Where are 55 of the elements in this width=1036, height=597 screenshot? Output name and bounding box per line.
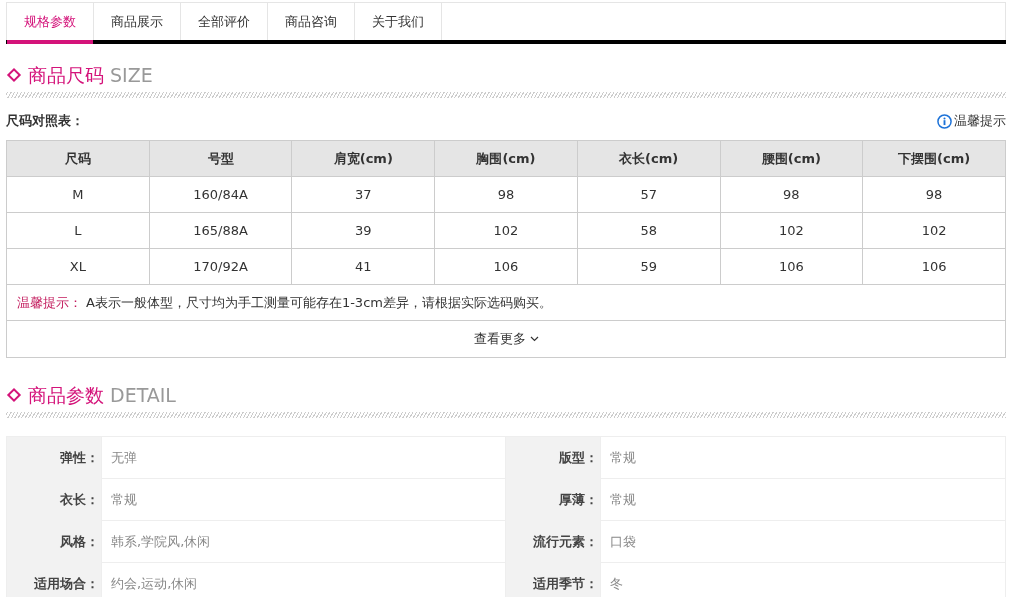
section-subtitle: SIZE [110,62,153,88]
table-cell: 170/92A [149,248,292,285]
caret-icon [529,336,539,342]
param-value: 约会,运动,休闲 [111,574,198,593]
section-title: 商品尺码 [28,62,104,88]
info-icon [937,113,952,129]
table-cell: 58 [577,212,720,249]
table-cell: 102 [434,212,578,249]
table-cell: 98 [862,176,1006,213]
param-label: 流行元素： [533,533,598,552]
table-cell: 106 [720,248,863,285]
table-cell: 98 [434,176,578,213]
more-button[interactable]: 查看更多 [473,329,539,349]
param-value: 无弹 [111,448,137,467]
param-label: 厚薄： [559,491,598,510]
table-cell: 98 [720,176,863,213]
param-label: 适用季节： [533,575,598,594]
column-header: 尺码 [6,140,150,177]
table-cell: L [6,212,150,249]
table-cell: 160/84A [149,176,292,213]
param-value: 口袋 [610,532,636,551]
param-value: 常规 [610,448,636,467]
param-label: 适用场合： [34,575,99,594]
param-label: 版型： [559,449,598,468]
column-header: 肩宽(cm) [291,140,435,177]
table-cell: 41 [291,248,435,285]
note-text: A表示一般体型，尺寸均为手工测量可能存在1-3cm差异，请根据实际选码购买。 [86,293,552,312]
table-cell: 102 [720,212,863,249]
table-cell: 39 [291,212,435,249]
table-cell: 165/88A [149,212,292,249]
column-header: 号型 [149,140,292,177]
param-value: 常规 [111,490,137,509]
tip-link[interactable]: 温馨提示 [937,111,1006,131]
column-header: 胸围(cm) [434,140,578,177]
param-label: 风格： [60,533,99,552]
column-header: 腰围(cm) [720,140,863,177]
column-header: 衣长(cm) [577,140,720,177]
section-title: 商品参数 [28,382,104,408]
param-label: 弹性： [60,449,99,468]
param-label: 衣长： [60,491,99,510]
section-subtitle: DETAIL [110,382,176,408]
table-cell: XL [6,248,150,285]
table-cell: 37 [291,176,435,213]
column-header: 下摆围(cm) [862,140,1006,177]
table-cell: 59 [577,248,720,285]
note-label: 温馨提示： [17,293,82,312]
param-value: 常规 [610,490,636,509]
table-caption: 尺码对照表： [6,112,84,131]
table-cell: 102 [862,212,1006,249]
table-cell: 106 [434,248,578,285]
param-value: 韩系,学院风,休闲 [111,532,211,551]
table-cell: 57 [577,176,720,213]
table-cell: 106 [862,248,1006,285]
param-value: 冬 [610,574,623,593]
table-cell: M [6,176,150,213]
